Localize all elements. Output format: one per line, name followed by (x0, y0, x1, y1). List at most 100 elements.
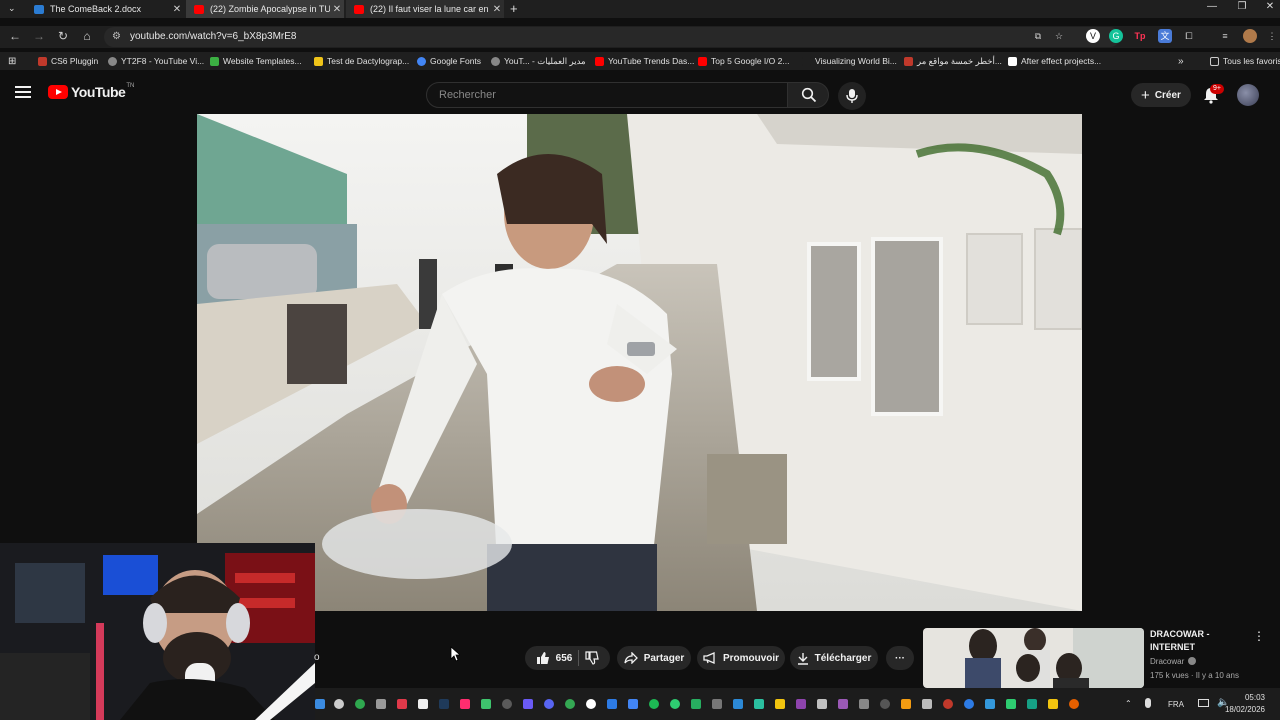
apps-grid-icon[interactable]: ⊞ (8, 54, 16, 68)
extension-tp-icon[interactable]: Tp (1133, 29, 1147, 43)
search-input[interactable]: Rechercher (426, 82, 788, 108)
taskbar-spotify-icon[interactable] (649, 699, 659, 709)
share-button[interactable]: Partager (617, 646, 691, 670)
all-favorites-folder[interactable]: Tous les favoris (1210, 54, 1280, 68)
taskbar-app-icon[interactable] (691, 699, 701, 709)
thumbs-down-icon[interactable] (585, 651, 600, 665)
tray-overflow-icon[interactable]: ⌃ (1125, 699, 1132, 708)
bookmark-item[interactable]: CS6 Pluggin (38, 54, 98, 68)
taskbar-app-icon[interactable] (754, 699, 764, 709)
account-avatar[interactable] (1237, 84, 1259, 106)
taskbar-app-icon[interactable] (817, 699, 827, 709)
extension-translate-icon[interactable]: 文 (1158, 29, 1172, 43)
taskbar-firefox-icon[interactable] (1069, 699, 1079, 709)
taskbar-app-icon[interactable] (796, 699, 806, 709)
taskbar-app-icon[interactable] (1006, 699, 1016, 709)
taskbar-app-icon[interactable] (565, 699, 575, 709)
bookmark-item[interactable]: After effect projects... (1008, 54, 1101, 68)
back-icon[interactable]: ← (7, 29, 23, 43)
close-tab-icon[interactable]: ✕ (170, 4, 184, 15)
taskbar-app-icon[interactable] (418, 699, 428, 709)
close-tab-icon[interactable]: ✕ (330, 4, 344, 15)
extensions-puzzle-icon[interactable]: ⧠ (1182, 29, 1196, 43)
promote-button[interactable]: Promouvoir (697, 646, 785, 670)
tray-microphone-icon[interactable] (1145, 698, 1151, 708)
tab-document[interactable]: The ComeBack 2.docx ✕ (26, 0, 184, 18)
suggestion-menu-icon[interactable]: ⋮ (1253, 629, 1265, 643)
more-actions-button[interactable]: ··· (886, 646, 914, 670)
taskbar-app-icon[interactable] (712, 699, 722, 709)
bookmark-item[interactable]: Top 5 Google I/O 2... (698, 54, 789, 68)
close-tab-icon[interactable]: ✕ (490, 4, 504, 15)
taskbar-app-icon[interactable] (964, 699, 974, 709)
browser-menu-icon[interactable]: ⋮ (1265, 29, 1279, 43)
taskbar-app-icon[interactable] (376, 699, 386, 709)
taskbar-tiktok-icon[interactable] (460, 699, 470, 709)
profile-avatar-icon[interactable] (1243, 29, 1257, 43)
taskbar-app-icon[interactable] (859, 699, 869, 709)
reload-icon[interactable]: ↻ (55, 29, 71, 43)
suggested-video-thumbnail[interactable] (923, 628, 1144, 688)
url-field[interactable]: ⚙ youtube.com/watch?v=6_bX8p3MrE8 (104, 27, 1120, 47)
bookmark-item[interactable]: Visualizing World Bi... (802, 54, 897, 68)
install-app-icon[interactable]: ⧉ (1031, 29, 1045, 43)
taskbar-app-icon[interactable] (922, 699, 932, 709)
taskbar-app-icon[interactable] (985, 699, 995, 709)
taskbar-app-icon[interactable] (880, 699, 890, 709)
bookmark-item[interactable]: Google Fonts (417, 54, 481, 68)
language-indicator[interactable]: FRA (1168, 700, 1184, 709)
taskbar-app-icon[interactable] (1027, 699, 1037, 709)
bookmark-item[interactable]: YT2F8 - YouTube Vi... (108, 54, 204, 68)
clock-time[interactable]: 05:03 (1241, 693, 1265, 702)
tab-list-icon[interactable]: ⌄ (8, 3, 16, 14)
suggested-video-title[interactable]: DRACOWAR - INTERNET (1150, 628, 1210, 654)
bookmark-item[interactable]: YouTube Trends Das... (595, 54, 694, 68)
taskbar-app-icon[interactable] (838, 699, 848, 709)
home-icon[interactable]: ⌂ (79, 29, 95, 43)
taskbar-xbox-icon[interactable] (355, 699, 365, 709)
bookmark-item[interactable]: Website Templates... (210, 54, 302, 68)
taskbar-app-icon[interactable] (901, 699, 911, 709)
bookmarks-overflow-button[interactable]: » (1178, 54, 1184, 68)
bookmark-item[interactable]: Test de Dactylograp... (314, 54, 409, 68)
taskbar-app-icon[interactable] (943, 699, 953, 709)
bookmark-item[interactable]: أخطر خمسة مواقع مر... (904, 54, 1002, 68)
extension-grammarly-icon[interactable]: G (1109, 29, 1123, 43)
taskbar-app-icon[interactable] (481, 699, 491, 709)
new-tab-button[interactable]: + (510, 1, 518, 16)
taskbar-app-icon[interactable] (544, 699, 554, 709)
youtube-logo[interactable]: YouTube TN (48, 83, 134, 100)
start-icon[interactable] (315, 699, 325, 709)
taskbar-app-icon[interactable] (733, 699, 743, 709)
menu-icon[interactable] (15, 86, 31, 100)
extension-v-icon[interactable]: V (1086, 29, 1100, 43)
reading-list-icon[interactable]: ≡ (1218, 29, 1232, 43)
taskbar-app-icon[interactable] (1048, 699, 1058, 709)
tab-zombie-video[interactable]: (22) Zombie Apocalypse in TUN ✕ (186, 0, 344, 18)
bookmark-item[interactable]: YouT... - مدير العمليات (491, 54, 586, 68)
taskbar-app-icon[interactable] (775, 699, 785, 709)
voice-search-button[interactable] (838, 82, 866, 110)
display-icon[interactable] (1198, 699, 1209, 707)
restore-icon[interactable]: ❐ (1232, 1, 1252, 12)
download-button[interactable]: Télécharger (790, 646, 878, 670)
site-info-icon[interactable]: ⚙ (112, 27, 121, 47)
star-icon[interactable]: ☆ (1052, 29, 1066, 43)
like-button[interactable]: 656 (536, 651, 572, 665)
forward-icon[interactable]: → (31, 29, 47, 43)
taskbar-app-icon[interactable] (502, 699, 512, 709)
close-window-icon[interactable]: ✕ (1260, 1, 1280, 12)
taskbar-chrome-icon[interactable] (334, 699, 344, 709)
create-button[interactable]: + Créer (1131, 83, 1191, 107)
search-button[interactable] (787, 82, 829, 108)
taskbar-record-icon[interactable] (397, 699, 407, 709)
taskbar-app-icon[interactable] (586, 699, 596, 709)
tab-current-video[interactable]: (22) Il faut viser la lune car en c ✕ (346, 0, 504, 18)
minimize-icon[interactable]: — (1202, 1, 1222, 12)
taskbar-app-icon[interactable] (628, 699, 638, 709)
video-player[interactable] (197, 114, 1082, 611)
suggested-channel[interactable]: Dracowar (1150, 657, 1197, 666)
taskbar-app-icon[interactable] (670, 699, 680, 709)
clock-date[interactable]: 18/02/2026 (1218, 705, 1265, 714)
taskbar-app-icon[interactable] (607, 699, 617, 709)
